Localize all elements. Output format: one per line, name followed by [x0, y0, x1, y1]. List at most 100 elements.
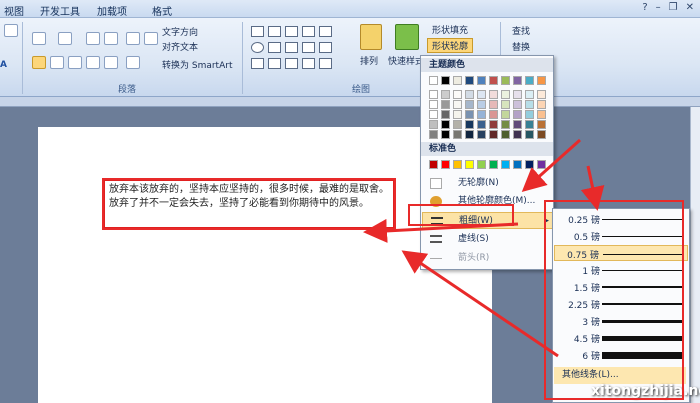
- align-right-icon[interactable]: [68, 56, 82, 69]
- theme-tint-swatch[interactable]: [441, 120, 450, 129]
- theme-swatch[interactable]: [429, 76, 438, 85]
- theme-tint-swatch[interactable]: [441, 100, 450, 109]
- theme-tint-swatch[interactable]: [453, 100, 462, 109]
- theme-swatch[interactable]: [525, 76, 534, 85]
- convert-smartart-button[interactable]: 转换为 SmartArt: [162, 58, 232, 71]
- theme-swatch[interactable]: [513, 76, 522, 85]
- show-marks-icon[interactable]: [144, 32, 158, 45]
- brace-shape-icon[interactable]: [319, 58, 332, 69]
- theme-tint-swatch[interactable]: [525, 120, 534, 129]
- connector-shape-icon[interactable]: [302, 42, 315, 53]
- standard-swatch[interactable]: [429, 160, 438, 169]
- star-shape-icon[interactable]: [268, 58, 281, 69]
- tab-view[interactable]: 视图: [4, 3, 24, 18]
- theme-tint-swatch[interactable]: [513, 110, 522, 119]
- theme-tint-swatch[interactable]: [537, 90, 546, 99]
- theme-tint-swatch[interactable]: [465, 110, 474, 119]
- arrow-shape-icon[interactable]: [302, 26, 315, 37]
- theme-tint-swatch[interactable]: [477, 120, 486, 129]
- theme-tint-swatch[interactable]: [537, 100, 546, 109]
- standard-swatch[interactable]: [537, 160, 546, 169]
- theme-tint-swatch[interactable]: [477, 110, 486, 119]
- theme-tint-swatch[interactable]: [453, 110, 462, 119]
- help-icon[interactable]: ?: [642, 2, 647, 13]
- theme-tint-swatch[interactable]: [489, 130, 498, 139]
- standard-swatch[interactable]: [465, 160, 474, 169]
- justify-icon[interactable]: [86, 56, 100, 69]
- numbering-icon[interactable]: [58, 32, 72, 45]
- theme-tint-swatch[interactable]: [477, 130, 486, 139]
- theme-tint-swatch[interactable]: [441, 90, 450, 99]
- line-shape-icon[interactable]: [285, 26, 298, 37]
- theme-tint-swatch[interactable]: [441, 130, 450, 139]
- shape-fill-button[interactable]: 形状填充: [432, 23, 468, 36]
- theme-tint-swatch[interactable]: [465, 100, 474, 109]
- standard-swatch[interactable]: [489, 160, 498, 169]
- increase-indent-icon[interactable]: [104, 32, 118, 45]
- arrow2-shape-icon[interactable]: [319, 26, 332, 37]
- theme-tint-swatch[interactable]: [525, 90, 534, 99]
- standard-swatch[interactable]: [441, 160, 450, 169]
- tab-developer[interactable]: 开发工具: [40, 3, 80, 18]
- theme-tint-swatch[interactable]: [537, 110, 546, 119]
- quick-styles-button[interactable]: 快速样式: [388, 54, 424, 67]
- replace-button[interactable]: 替换: [512, 40, 530, 53]
- rect2-shape-icon[interactable]: [268, 42, 281, 53]
- theme-tint-swatch[interactable]: [537, 130, 546, 139]
- theme-swatch[interactable]: [441, 76, 450, 85]
- theme-tint-swatch[interactable]: [453, 90, 462, 99]
- theme-tint-swatch[interactable]: [501, 90, 510, 99]
- theme-swatch[interactable]: [477, 76, 486, 85]
- theme-tint-swatch[interactable]: [429, 120, 438, 129]
- theme-tint-swatch[interactable]: [489, 100, 498, 109]
- theme-swatch[interactable]: [501, 76, 510, 85]
- distribute-icon[interactable]: [104, 56, 118, 69]
- standard-swatch[interactable]: [525, 160, 534, 169]
- theme-tint-swatch[interactable]: [525, 110, 534, 119]
- rect-shape-icon[interactable]: [251, 26, 264, 37]
- theme-tint-swatch[interactable]: [501, 130, 510, 139]
- theme-tint-swatch[interactable]: [429, 90, 438, 99]
- find-button[interactable]: 查找: [512, 24, 530, 37]
- dashes-item[interactable]: 虚线(S): [422, 231, 554, 248]
- standard-swatch[interactable]: [513, 160, 522, 169]
- bullets-icon[interactable]: [32, 32, 46, 45]
- text-direction-button[interactable]: 文字方向: [162, 25, 198, 38]
- theme-tint-swatch[interactable]: [453, 130, 462, 139]
- vertical-scrollbar[interactable]: [690, 107, 700, 403]
- standard-swatch[interactable]: [477, 160, 486, 169]
- freeform-shape-icon[interactable]: [302, 58, 315, 69]
- align-center-icon[interactable]: [50, 56, 64, 69]
- triangle-shape-icon[interactable]: [285, 42, 298, 53]
- theme-tint-swatch[interactable]: [501, 120, 510, 129]
- theme-tint-swatch[interactable]: [525, 130, 534, 139]
- align-text-button[interactable]: 对齐文本: [162, 40, 198, 53]
- theme-tint-swatch[interactable]: [465, 90, 474, 99]
- arrange-icon[interactable]: [360, 24, 382, 50]
- theme-swatch[interactable]: [489, 76, 498, 85]
- font-color-icon[interactable]: A: [0, 60, 7, 70]
- theme-tint-swatch[interactable]: [501, 110, 510, 119]
- restore-icon[interactable]: ❐: [669, 2, 678, 13]
- theme-tint-swatch[interactable]: [453, 120, 462, 129]
- theme-tint-swatch[interactable]: [513, 100, 522, 109]
- theme-tint-swatch[interactable]: [513, 90, 522, 99]
- theme-tint-swatch[interactable]: [513, 120, 522, 129]
- no-outline-item[interactable]: 无轮廓(N): [422, 175, 554, 192]
- text-style-icon[interactable]: [4, 24, 18, 37]
- minimize-icon[interactable]: –: [656, 2, 661, 13]
- theme-tint-swatch[interactable]: [477, 90, 486, 99]
- theme-swatch[interactable]: [453, 76, 462, 85]
- decrease-indent-icon[interactable]: [86, 32, 100, 45]
- theme-tint-swatch[interactable]: [429, 100, 438, 109]
- sort-icon[interactable]: [126, 32, 140, 45]
- theme-tint-swatch[interactable]: [429, 130, 438, 139]
- theme-tint-swatch[interactable]: [465, 120, 474, 129]
- connector2-shape-icon[interactable]: [319, 42, 332, 53]
- line-spacing-icon[interactable]: [126, 56, 140, 69]
- tab-format[interactable]: 格式: [152, 3, 172, 18]
- theme-tint-swatch[interactable]: [537, 120, 546, 129]
- theme-tint-swatch[interactable]: [525, 100, 534, 109]
- theme-tint-swatch[interactable]: [477, 100, 486, 109]
- tab-addins[interactable]: 加载项: [97, 3, 127, 18]
